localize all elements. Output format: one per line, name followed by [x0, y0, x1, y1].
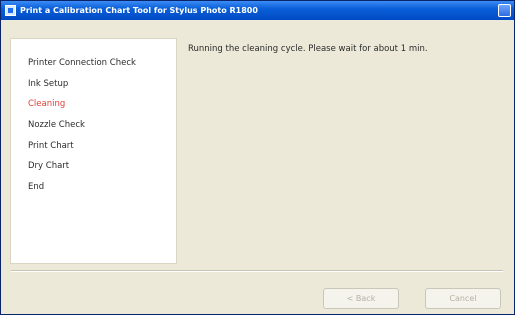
step-cleaning: Cleaning [28, 99, 66, 110]
app-icon [5, 5, 16, 16]
step-list: Printer Connection Check Ink Setup Clean… [28, 53, 136, 198]
back-button[interactable]: < Back [323, 288, 399, 309]
steps-panel: Printer Connection Check Ink Setup Clean… [10, 38, 177, 264]
step-print-chart: Print Chart [28, 140, 74, 151]
step-nozzle-check: Nozzle Check [28, 120, 85, 131]
cancel-button[interactable]: Cancel [425, 288, 501, 309]
dialog-window: Print a Calibration Chart Tool for Stylu… [0, 0, 515, 315]
close-button[interactable] [498, 4, 511, 17]
title-bar[interactable]: Print a Calibration Chart Tool for Stylu… [1, 1, 514, 20]
step-end: End [28, 182, 45, 193]
step-dry-chart: Dry Chart [28, 161, 70, 172]
status-message: Running the cleaning cycle. Please wait … [188, 44, 428, 54]
footer-separator [11, 270, 503, 272]
step-printer-connection-check: Printer Connection Check [28, 58, 136, 68]
window-title: Print a Calibration Chart Tool for Stylu… [20, 6, 258, 15]
step-ink-setup: Ink Setup [28, 78, 69, 89]
